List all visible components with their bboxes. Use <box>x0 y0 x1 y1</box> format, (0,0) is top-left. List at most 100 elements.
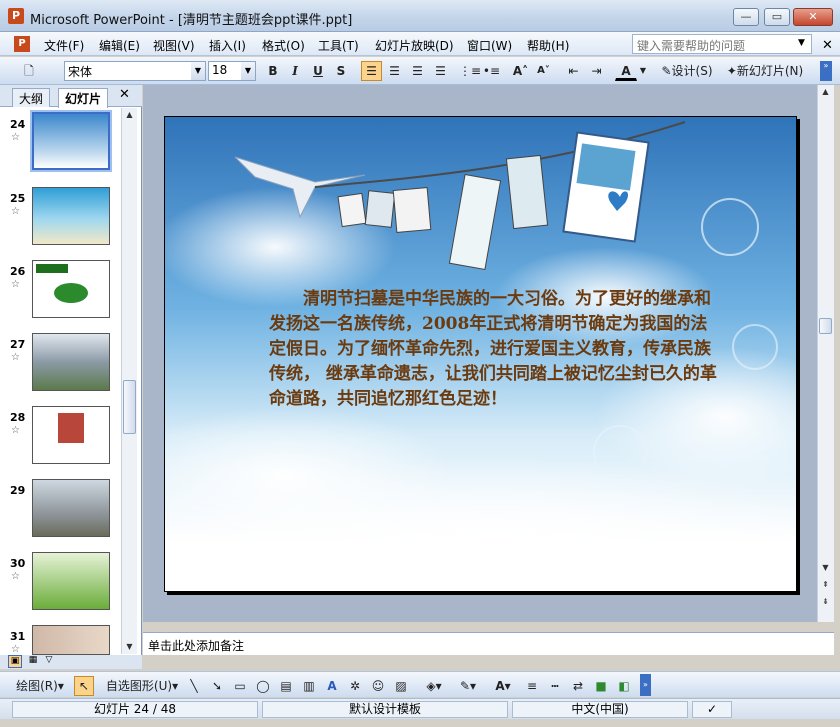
new-slide-button[interactable]: ✦新幻灯片(N) <box>721 61 809 81</box>
align-right-icon[interactable]: ☰ <box>407 61 428 81</box>
line-icon[interactable]: ╲ <box>184 676 204 696</box>
tab-slides[interactable]: 幻灯片 <box>58 88 109 108</box>
slide-scrollbar[interactable]: ▲ ▼ ⇞ ⇟ <box>817 85 834 622</box>
scroll-thumb[interactable] <box>123 380 136 434</box>
underline-button[interactable]: U <box>308 61 328 81</box>
oval-icon[interactable]: ◯ <box>253 676 273 696</box>
font-name-combo[interactable]: 宋体 ▼ <box>64 61 206 81</box>
doc-icon[interactable]: P <box>14 36 30 52</box>
close-button[interactable]: ✕ <box>793 8 833 26</box>
menu-tools[interactable]: 工具(T) <box>318 37 359 54</box>
menu-edit[interactable]: 编辑(E) <box>99 37 140 54</box>
thumb-number: 28 <box>10 411 26 424</box>
slide-thumbnail-30[interactable] <box>32 552 110 610</box>
menu-help[interactable]: 帮助(H) <box>527 37 569 54</box>
spelling-icon[interactable]: ✓ <box>692 701 732 718</box>
slide-thumbnail-27[interactable] <box>32 333 110 391</box>
menu-format[interactable]: 格式(O) <box>262 37 305 54</box>
justify-icon[interactable]: ☰ <box>430 61 451 81</box>
draw-menu-button[interactable]: 绘图(R)▾ <box>8 676 72 696</box>
minimize-button[interactable]: — <box>733 8 759 26</box>
scroll-down-icon[interactable]: ▼ <box>818 561 833 575</box>
align-left-icon[interactable]: ☰ <box>361 61 382 81</box>
menu-file[interactable]: 文件(F) <box>44 37 84 54</box>
scroll-up-icon[interactable]: ▲ <box>818 85 833 99</box>
select-pointer-icon[interactable]: ↖ <box>74 676 94 696</box>
tab-outline[interactable]: 大纲 <box>12 88 51 107</box>
toolbar-options-icon[interactable]: » <box>640 674 651 696</box>
decrease-indent-icon[interactable]: ⇤ <box>563 61 584 81</box>
restore-button[interactable]: ▭ <box>764 8 790 26</box>
design-icon: ✎ <box>661 64 672 78</box>
slide-thumbnail-29[interactable] <box>32 479 110 537</box>
slide-body-textbox[interactable]: 清明节扫墓是中华民族的一大习俗。为了更好的继承和发扬这一名族传统，2008年正式… <box>269 287 719 412</box>
autoshapes-button[interactable]: 自选图形(U)▾ <box>104 676 180 696</box>
line-style-icon[interactable]: ≡ <box>522 676 542 696</box>
slide-sorter-icon[interactable]: ▦ <box>26 655 40 668</box>
slides-pane-scrollbar[interactable]: ▲ ▼ <box>121 108 137 654</box>
picture-icon[interactable]: ▨ <box>391 676 411 696</box>
normal-view-icon[interactable]: ▣ <box>8 655 22 668</box>
slide-thumbnail-25[interactable] <box>32 187 110 245</box>
chevron-down-icon[interactable]: ▼ <box>241 62 255 80</box>
increase-font-icon[interactable]: A˄ <box>510 61 531 81</box>
previous-slide-icon[interactable]: ⇞ <box>818 578 833 592</box>
numbering-icon[interactable]: ⋮≡ <box>458 61 481 81</box>
status-bar: 幻灯片 24 / 48 默认设计模板 中文(中国) ✓ <box>0 698 840 719</box>
powerpoint-app-icon: P <box>8 8 24 24</box>
help-dropdown-icon[interactable]: ▼ <box>798 38 805 48</box>
menu-window[interactable]: 窗口(W) <box>467 37 512 54</box>
toolbar-options-icon[interactable]: » <box>820 61 832 81</box>
increase-indent-icon[interactable]: ⇥ <box>586 61 607 81</box>
shadow-button[interactable]: S <box>331 61 351 81</box>
doc-close-icon[interactable]: ✕ <box>822 38 833 53</box>
fill-color-icon[interactable]: ◈▾ <box>420 676 448 696</box>
font-color-button[interactable]: A <box>615 61 637 81</box>
arrow-icon[interactable]: ➘ <box>207 676 227 696</box>
pane-close-icon[interactable]: ✕ <box>119 87 130 102</box>
chevron-down-icon[interactable]: ▼ <box>191 62 205 80</box>
menu-insert[interactable]: 插入(I) <box>209 37 246 54</box>
next-slide-icon[interactable]: ⇟ <box>818 595 833 609</box>
scroll-down-icon[interactable]: ▼ <box>122 640 137 654</box>
diagram-icon[interactable]: ✲ <box>345 676 365 696</box>
notes-pane[interactable]: 单击此处添加备注 <box>143 632 834 655</box>
italic-button[interactable]: I <box>285 61 305 81</box>
arrow-style-icon[interactable]: ⇄ <box>568 676 588 696</box>
animation-star-icon: ☆ <box>11 206 20 217</box>
scroll-up-icon[interactable]: ▲ <box>122 108 137 122</box>
align-center-icon[interactable]: ☰ <box>384 61 405 81</box>
current-slide[interactable]: love. 清明节扫墓是中华民族的一大习俗。为了更好的继承和发扬这一名族传统，2… <box>164 116 797 592</box>
clipart-icon[interactable]: ☺ <box>368 676 388 696</box>
bold-button[interactable]: B <box>263 61 283 81</box>
font-color-icon[interactable]: A▾ <box>488 676 518 696</box>
textbox-icon[interactable]: ▤ <box>276 676 296 696</box>
slide-thumbnail-28[interactable] <box>32 406 110 464</box>
help-search-input[interactable]: 键入需要帮助的问题 <box>632 34 812 54</box>
rectangle-icon[interactable]: ▭ <box>230 676 250 696</box>
design-button[interactable]: ✎设计(S) <box>656 61 718 81</box>
slide-thumbnail-31[interactable] <box>32 625 110 655</box>
slide-thumbnail-26[interactable] <box>32 260 110 318</box>
new-slide-label: 新幻灯片(N) <box>736 64 804 78</box>
design-label: 设计(S) <box>671 64 713 78</box>
decrease-font-icon[interactable]: A˅ <box>533 61 554 81</box>
chevron-down-icon[interactable]: ▼ <box>638 61 648 81</box>
view-buttons: ▣ ▦ ▽ <box>0 655 142 669</box>
thumb-number: 24 <box>10 118 26 131</box>
new-document-icon[interactable]: 🗋 <box>18 61 40 81</box>
slideshow-icon[interactable]: ▽ <box>42 655 56 668</box>
font-name-value: 宋体 <box>68 65 93 79</box>
scroll-thumb[interactable] <box>819 318 832 334</box>
dash-style-icon[interactable]: ┅ <box>545 676 565 696</box>
vertical-textbox-icon[interactable]: ▥ <box>299 676 319 696</box>
menu-slideshow[interactable]: 幻灯片放映(D) <box>375 37 454 54</box>
slide-thumbnail-24[interactable] <box>30 110 112 172</box>
menu-view[interactable]: 视图(V) <box>153 37 195 54</box>
line-color-icon[interactable]: ✎▾ <box>453 676 483 696</box>
3d-style-icon[interactable]: ◧ <box>614 676 634 696</box>
shadow-style-icon[interactable]: ■ <box>591 676 611 696</box>
bullets-icon[interactable]: •≡ <box>481 61 502 81</box>
wordart-icon[interactable]: A <box>322 676 342 696</box>
font-size-combo[interactable]: 18 ▼ <box>208 61 256 81</box>
